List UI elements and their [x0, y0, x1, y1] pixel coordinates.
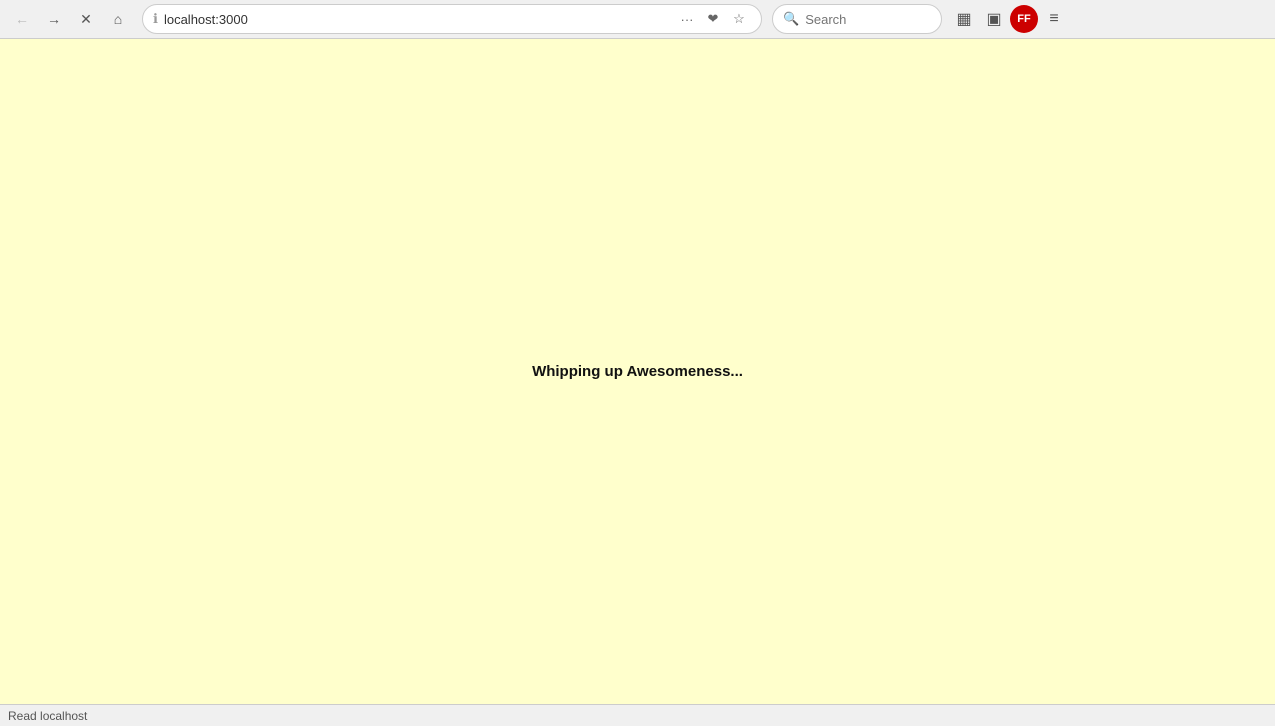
sidebar-button[interactable]: ▣ — [980, 5, 1008, 33]
info-icon: ℹ — [153, 11, 158, 27]
status-bar: Read localhost — [0, 704, 1275, 726]
home-button[interactable]: ⌂ — [104, 5, 132, 33]
address-bar: ℹ ··· ❤ ☆ — [142, 4, 762, 34]
star-button[interactable]: ☆ — [727, 7, 751, 31]
search-box: 🔍 — [772, 4, 942, 34]
toolbar-right: ▦ ▣ FF ≡ — [950, 5, 1068, 33]
back-button[interactable]: ← — [8, 5, 36, 33]
more-button[interactable]: ··· — [675, 7, 699, 31]
bookmark-collection-button[interactable]: ❤ — [701, 7, 725, 31]
avatar-label: FF — [1017, 13, 1030, 25]
menu-button[interactable]: ≡ — [1040, 5, 1068, 33]
loading-text: Whipping up Awesomeness... — [532, 363, 743, 380]
menu-icon: ≡ — [1049, 10, 1058, 28]
url-input[interactable] — [164, 12, 669, 27]
avatar-button[interactable]: FF — [1010, 5, 1038, 33]
search-icon: 🔍 — [783, 11, 799, 27]
stop-button[interactable]: ✕ — [72, 5, 100, 33]
status-text: Read localhost — [8, 709, 87, 723]
library-button[interactable]: ▦ — [950, 5, 978, 33]
sidebar-icon: ▣ — [986, 9, 1001, 29]
browser-chrome: ← → ✕ ⌂ ℹ ··· ❤ ☆ 🔍 ▦ ▣ — [0, 0, 1275, 39]
forward-button[interactable]: → — [40, 5, 68, 33]
address-actions: ··· ❤ ☆ — [675, 7, 751, 31]
page-content: Whipping up Awesomeness... — [0, 39, 1275, 704]
library-icon: ▦ — [956, 9, 971, 29]
browser-toolbar: ← → ✕ ⌂ ℹ ··· ❤ ☆ 🔍 ▦ ▣ — [0, 0, 1275, 38]
